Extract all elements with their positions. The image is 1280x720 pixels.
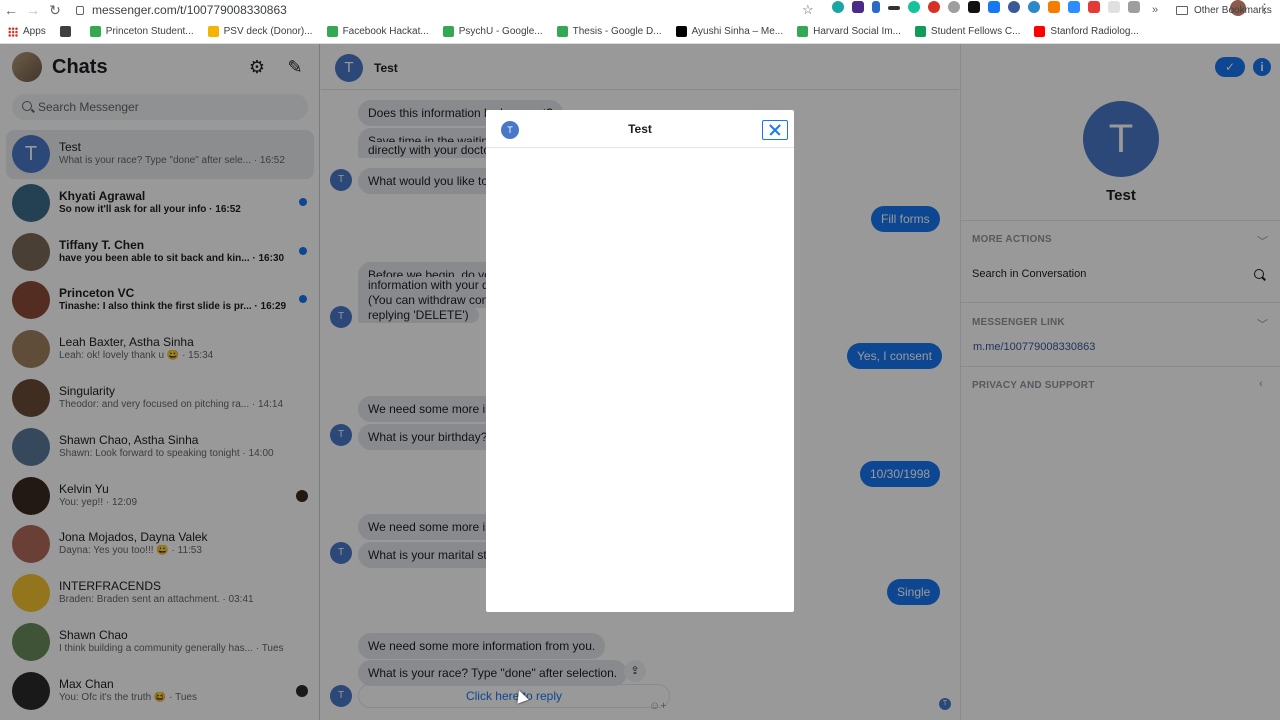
folder-icon bbox=[1176, 6, 1188, 15]
bookmark-label: Facebook Hackat... bbox=[342, 26, 429, 37]
extension-icon[interactable] bbox=[888, 6, 900, 10]
bookmark-item[interactable]: Princeton Student... bbox=[89, 26, 194, 37]
bookmark-item[interactable]: PSV deck (Donor)... bbox=[207, 26, 313, 37]
extension-icon[interactable] bbox=[1048, 1, 1060, 13]
extension-icon[interactable] bbox=[1128, 1, 1140, 13]
other-bookmarks-label: Other Bookmarks bbox=[1194, 5, 1272, 16]
address-bar[interactable]: messenger.com/t/100779008330863 bbox=[76, 3, 287, 17]
bookmark-label: PSV deck (Donor)... bbox=[223, 26, 313, 37]
other-bookmarks[interactable]: Other Bookmarks bbox=[1176, 5, 1272, 16]
bookmark-item[interactable] bbox=[59, 26, 76, 37]
bookmark-item[interactable]: Student Fellows C... bbox=[914, 26, 1021, 37]
modal-dialog: T Test bbox=[486, 110, 794, 612]
apps-grid-icon bbox=[8, 26, 18, 37]
bookmark-favicon-icon bbox=[89, 26, 101, 37]
bookmark-label: Harvard Social Im... bbox=[813, 26, 901, 37]
extension-icon[interactable] bbox=[928, 1, 940, 13]
more-bookmarks-icon[interactable]: » bbox=[1152, 4, 1158, 16]
bookmark-item[interactable]: Thesis - Google D... bbox=[556, 26, 662, 37]
bookmark-favicon-icon bbox=[207, 26, 219, 37]
bookmark-item[interactable]: Ayushi Sinha – Me... bbox=[675, 26, 784, 37]
bookmark-item[interactable]: Harvard Social Im... bbox=[797, 26, 901, 37]
extension-icon[interactable] bbox=[1068, 1, 1080, 13]
bookmark-favicon-icon bbox=[914, 26, 926, 37]
forward-icon[interactable]: → bbox=[22, 3, 44, 17]
extension-icon[interactable] bbox=[1008, 1, 1020, 13]
modal-header: T Test bbox=[486, 110, 794, 148]
bookmark-item[interactable]: Facebook Hackat... bbox=[326, 26, 429, 37]
bookmark-star-icon[interactable]: ☆ bbox=[802, 2, 814, 18]
bookmark-favicon-icon bbox=[556, 26, 568, 37]
reload-icon[interactable]: ↻ bbox=[44, 3, 66, 17]
lock-icon bbox=[76, 5, 84, 15]
bookmark-favicon-icon bbox=[1034, 26, 1046, 37]
bookmark-label: Thesis - Google D... bbox=[572, 26, 662, 37]
extension-icon[interactable] bbox=[872, 1, 880, 13]
bookmark-favicon-icon bbox=[797, 26, 809, 37]
bookmark-favicon-icon bbox=[675, 26, 687, 37]
bookmark-label: Stanford Radiolog... bbox=[1050, 26, 1139, 37]
bookmark-favicon-icon bbox=[59, 26, 71, 37]
bookmark-item[interactable]: Stanford Radiolog... bbox=[1034, 26, 1139, 37]
extension-icon[interactable] bbox=[948, 1, 960, 13]
back-icon[interactable]: ← bbox=[0, 3, 22, 17]
browser-toolbar: ← → ↻ messenger.com/t/100779008330863 ☆ … bbox=[0, 0, 1280, 20]
extension-icon[interactable] bbox=[1028, 1, 1040, 13]
extension-icon[interactable] bbox=[968, 1, 980, 13]
extension-icon[interactable] bbox=[832, 1, 844, 13]
bookmark-label: Student Fellows C... bbox=[930, 26, 1021, 37]
bookmark-favicon-icon bbox=[326, 26, 338, 37]
bookmark-label: Ayushi Sinha – Me... bbox=[691, 26, 784, 37]
extension-icon[interactable] bbox=[1088, 1, 1100, 13]
extension-icon[interactable] bbox=[1108, 1, 1120, 13]
close-icon[interactable] bbox=[762, 120, 788, 140]
bookmark-label: PsychU - Google... bbox=[458, 26, 543, 37]
bookmarks-bar: Apps Princeton Student... PSV deck (Donor)… bbox=[0, 20, 1280, 44]
extension-icon[interactable] bbox=[852, 1, 864, 13]
url-text: messenger.com/t/100779008330863 bbox=[92, 3, 287, 17]
bookmark-label: Apps bbox=[23, 26, 46, 37]
bookmark-item[interactable]: PsychU - Google... bbox=[442, 26, 543, 37]
extension-icon[interactable] bbox=[988, 1, 1000, 13]
bookmark-favicon-icon bbox=[442, 26, 454, 37]
bookmark-label: Princeton Student... bbox=[105, 26, 194, 37]
modal-title: Test bbox=[628, 122, 652, 136]
extensions bbox=[832, 1, 1140, 13]
extension-icon[interactable] bbox=[908, 1, 920, 13]
apps-bookmark[interactable]: Apps bbox=[8, 26, 46, 37]
